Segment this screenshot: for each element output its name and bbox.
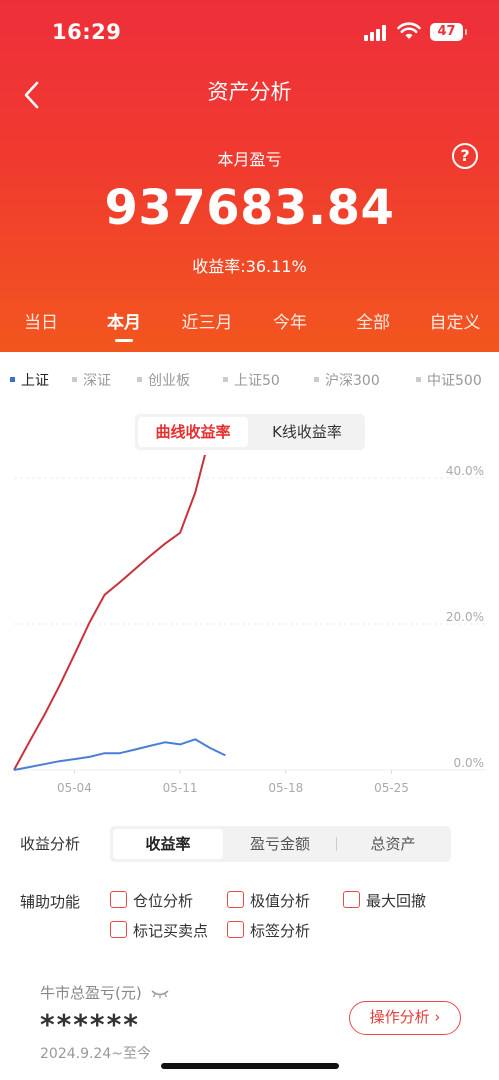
- position-analysis-checkbox[interactable]: 仓位分析: [110, 890, 193, 911]
- home-indicator: [161, 1063, 339, 1069]
- tab-total-assets[interactable]: 总资产: [338, 829, 448, 859]
- chart-type-toggle: 曲线收益率 K线收益率: [135, 414, 365, 450]
- index-sse[interactable]: 上证: [10, 370, 49, 390]
- analysis-tabs: 收益率 盈亏金额 总资产: [110, 826, 451, 862]
- hide-eye-icon[interactable]: [151, 989, 169, 999]
- curve-return-button[interactable]: 曲线收益率: [138, 417, 248, 447]
- tag-analysis-checkbox[interactable]: 标签分析: [227, 920, 310, 941]
- x-tick-label: 05-25: [374, 781, 409, 795]
- mark-trades-checkbox[interactable]: 标记买卖点: [110, 920, 208, 941]
- wifi-icon: [397, 22, 421, 39]
- period-tabs: 当日 本月 近三月 今年 全部 自定义: [0, 308, 499, 348]
- operation-analysis-button[interactable]: 操作分析 ›: [349, 1001, 461, 1035]
- index-chinext[interactable]: 创业板: [137, 370, 190, 390]
- kline-return-button[interactable]: K线收益率: [252, 417, 362, 447]
- cellular-signal-icon: [364, 25, 388, 41]
- tab-this-month[interactable]: 本月: [107, 308, 141, 342]
- tab-separator: [336, 837, 337, 851]
- index-csi300[interactable]: 沪深300: [314, 370, 380, 390]
- index-sse50[interactable]: 上证50: [223, 370, 280, 390]
- page-title: 资产分析: [207, 80, 292, 104]
- index-selector: 上证 深证 创业板 上证50 沪深300 中证500: [0, 368, 499, 392]
- tab-three-months[interactable]: 近三月: [182, 308, 233, 333]
- status-bar: 16:29 47: [0, 0, 499, 62]
- x-tick-label: 05-04: [57, 781, 92, 795]
- index-return-line: [13, 738, 226, 771]
- tab-today[interactable]: 当日: [24, 308, 58, 333]
- bull-market-pnl-label: 牛市总盈亏(元): [40, 982, 169, 1003]
- summary-header: 16:29 47 资产分析 本月盈亏 ? 937683.84 收益率:36.11…: [0, 0, 499, 352]
- bull-market-period: 2024.9.24~至今: [40, 1046, 151, 1062]
- max-drawdown-checkbox[interactable]: 最大回撤: [343, 890, 426, 911]
- bull-market-pnl-value: ******: [40, 1008, 140, 1041]
- tab-all[interactable]: 全部: [356, 308, 390, 333]
- battery-icon: 47: [430, 23, 467, 41]
- index-csi500[interactable]: 中证500: [416, 370, 482, 390]
- y-tick-label: 0.0%: [454, 756, 485, 770]
- return-rate: 收益率:36.11%: [192, 257, 307, 276]
- y-tick-label: 40.0%: [446, 464, 484, 478]
- pnl-amount: 937683.84: [104, 180, 395, 236]
- tab-pnl-amount[interactable]: 盈亏金额: [225, 829, 335, 859]
- help-icon[interactable]: ?: [452, 143, 478, 169]
- status-time: 16:29: [52, 20, 122, 44]
- return-chart: 40.0% 20.0% 0.0% 05-04 05-11 05-18 05-25: [13, 455, 486, 795]
- index-szse[interactable]: 深证: [72, 370, 111, 390]
- x-tick-label: 05-11: [163, 781, 198, 795]
- aux-label: 辅助功能: [20, 893, 81, 911]
- y-tick-label: 20.0%: [446, 610, 484, 624]
- portfolio-return-line: [13, 455, 206, 771]
- extreme-analysis-checkbox[interactable]: 极值分析: [227, 890, 310, 911]
- tab-this-year[interactable]: 今年: [273, 308, 307, 333]
- month-pnl-label: 本月盈亏: [217, 150, 282, 169]
- analysis-label: 收益分析: [20, 835, 81, 853]
- tab-custom[interactable]: 自定义: [430, 308, 481, 333]
- tab-return-rate[interactable]: 收益率: [113, 829, 223, 859]
- x-tick-label: 05-18: [268, 781, 303, 795]
